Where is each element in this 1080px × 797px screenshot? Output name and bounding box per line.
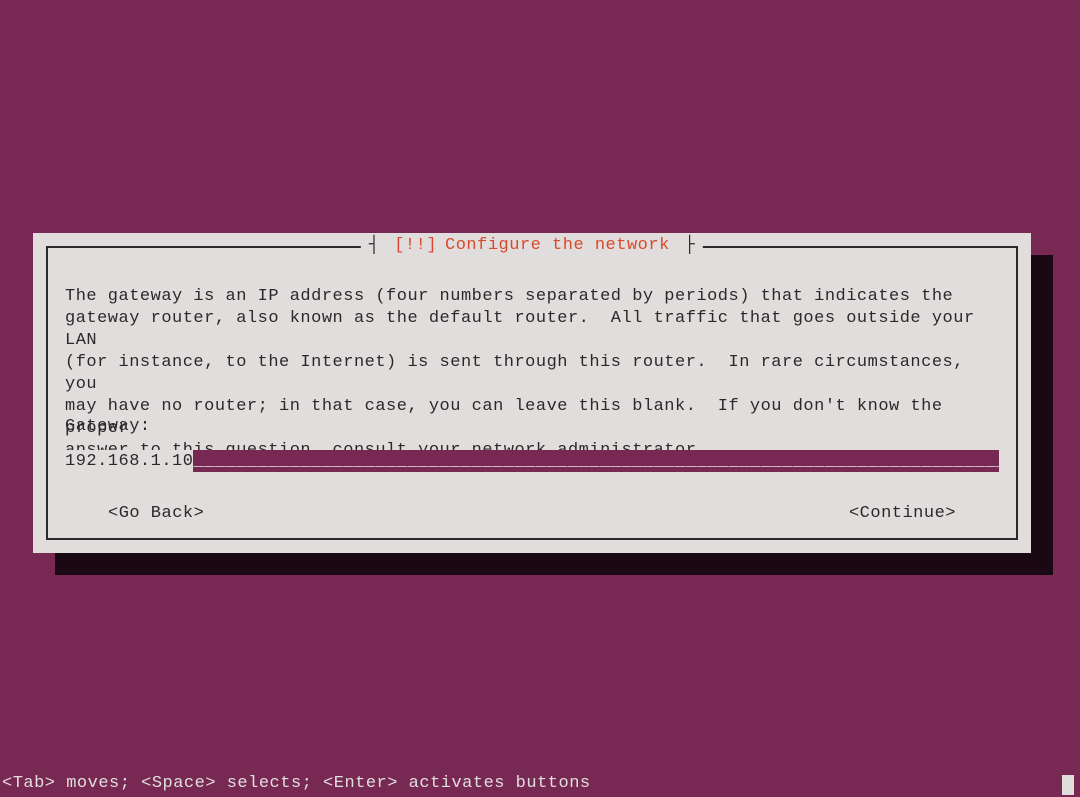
title-bracket-left: ┤	[369, 236, 390, 255]
go-back-button[interactable]: <Go Back>	[108, 504, 204, 523]
title-marker: [!!]	[390, 236, 441, 255]
button-row: <Go Back> <Continue>	[108, 504, 956, 523]
dialog-body-text: The gateway is an IP address (four numbe…	[65, 286, 999, 462]
gateway-label: Gateway:	[65, 417, 151, 436]
title-text: Configure the network	[441, 236, 674, 255]
dialog-border: ┤ [!!]Configure the network ├ The gatewa…	[46, 246, 1018, 540]
configure-network-dialog: ┤ [!!]Configure the network ├ The gatewa…	[33, 233, 1031, 553]
title-bracket-right: ├	[674, 236, 695, 255]
status-bar: <Tab> moves; <Space> selects; <Enter> ac…	[0, 774, 1080, 793]
input-fill-underscore: ________________________________________…	[193, 450, 999, 472]
gateway-input-value: 192.168.1.10	[65, 450, 193, 472]
cursor-block-icon	[1062, 775, 1074, 795]
dialog-title: ┤ [!!]Configure the network ├	[361, 236, 703, 255]
continue-button[interactable]: <Continue>	[849, 504, 956, 523]
gateway-input[interactable]: 192.168.1.10 ___________________________…	[65, 450, 999, 472]
